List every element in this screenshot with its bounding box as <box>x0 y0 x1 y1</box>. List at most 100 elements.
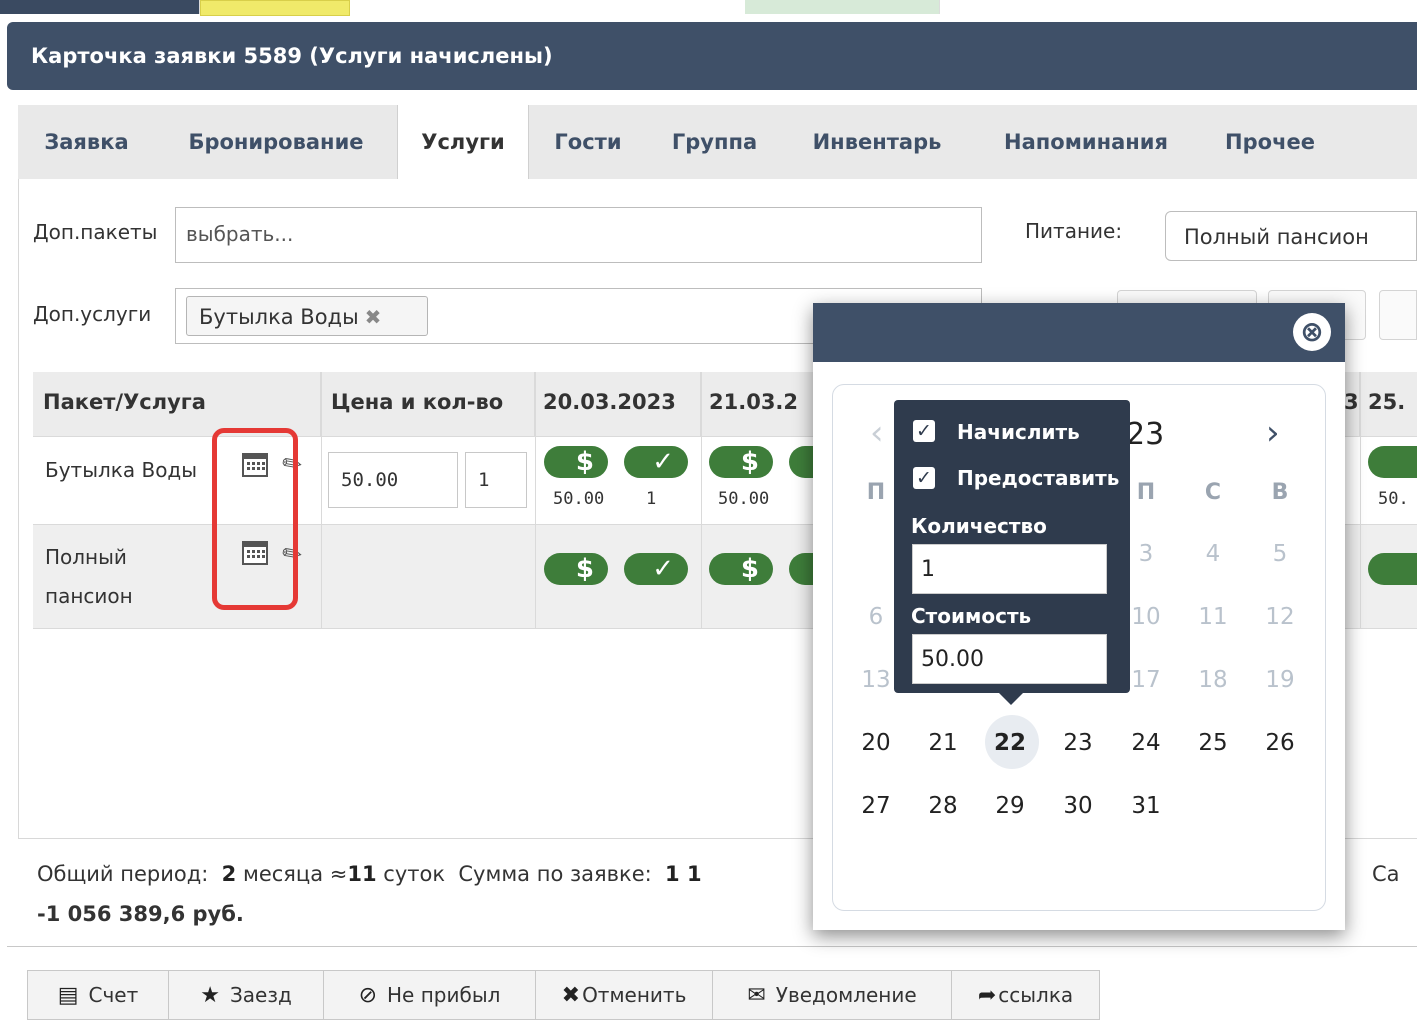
calendar-day[interactable]: 12 <box>1255 604 1305 630</box>
charged-toggle[interactable] <box>1368 446 1417 478</box>
period-days-word: суток <box>383 862 446 886</box>
weekday-header: В <box>1271 480 1289 505</box>
checkin-button[interactable]: ★ Заезд <box>168 970 324 1020</box>
calendar-day[interactable]: 5 <box>1255 541 1305 567</box>
packages-label: Доп.пакеты <box>33 220 158 244</box>
calendar-day[interactable]: 20 <box>851 730 901 756</box>
ban-icon: ⊘ <box>358 982 378 1008</box>
cancel-button[interactable]: ✖ Отменить <box>535 970 713 1020</box>
envelope-icon: ✉ <box>747 982 766 1008</box>
period-summary: Общий период: 2 месяца ≈11 суток Сумма п… <box>37 862 702 886</box>
calendar-day[interactable]: 28 <box>918 793 968 819</box>
tooltip-arrow <box>998 692 1024 705</box>
cost-label: Стоимость <box>911 604 1032 628</box>
notify-button[interactable]: ✉ Уведомление <box>712 970 952 1020</box>
calendar-day[interactable]: 24 <box>1121 730 1171 756</box>
tab-inventory[interactable]: Инвентарь <box>782 105 972 179</box>
calendar-day[interactable]: 27 <box>851 793 901 819</box>
column-divider <box>1360 372 1361 628</box>
strip-cell <box>0 0 200 14</box>
tab-booking[interactable]: Бронирование <box>155 105 397 179</box>
tab-services[interactable]: Услуги <box>397 105 529 179</box>
tab-other[interactable]: Прочее <box>1200 105 1340 179</box>
popup-header <box>813 303 1345 362</box>
calendar-day[interactable]: 29 <box>985 793 1035 819</box>
services-label: Доп.услуги <box>33 302 152 326</box>
sum-value: 1 1 <box>665 862 702 886</box>
month-year-label: 23 <box>1126 417 1165 452</box>
charge-label: Начислить <box>957 420 1080 444</box>
dialog-title: Карточка заявки 5589 (Услуги начислены) <box>7 22 1417 90</box>
column-divider <box>321 372 322 628</box>
period-label: Общий период: <box>37 862 209 886</box>
calendar-day[interactable]: 4 <box>1188 541 1238 567</box>
next-month-icon[interactable]: › <box>1266 413 1280 453</box>
cell-price: 50.00 <box>553 489 605 509</box>
calendar-day[interactable]: 31 <box>1121 793 1171 819</box>
cost-field[interactable]: 50.00 <box>912 634 1107 684</box>
strip-cell <box>745 0 940 14</box>
quantity-field[interactable]: 1 <box>912 544 1107 594</box>
cell-qty: 1 <box>646 489 657 509</box>
provided-toggle[interactable] <box>789 446 815 478</box>
packages-input[interactable]: выбрать... <box>175 207 982 263</box>
price-input[interactable]: 50.00 <box>328 452 458 508</box>
charged-toggle[interactable]: $ <box>544 553 608 585</box>
charge-checkbox[interactable]: ✓ <box>913 420 935 442</box>
calendar-day[interactable]: 23 <box>1053 730 1103 756</box>
calendar-day[interactable]: 26 <box>1255 730 1305 756</box>
close-icon[interactable]: ⊗ <box>1293 313 1331 351</box>
charged-toggle[interactable]: $ <box>709 553 773 585</box>
quantity-input[interactable]: 1 <box>465 452 527 508</box>
service-chip-label: Бутылка Воды <box>199 305 359 329</box>
tab-group[interactable]: Группа <box>647 105 782 179</box>
col-header-service: Пакет/Услуга <box>33 372 321 436</box>
invoice-label: Счет <box>88 983 139 1007</box>
share-icon: ➦ <box>977 982 997 1008</box>
meal-select[interactable]: Полный пансион <box>1165 211 1417 261</box>
period-days: 11 <box>347 862 377 886</box>
calendar-day-selected[interactable]: 22 <box>985 730 1035 756</box>
tab-request[interactable]: Заявка <box>18 105 155 179</box>
link-button[interactable]: ➦ ссылка <box>951 970 1100 1020</box>
service-name: пансион <box>45 584 133 608</box>
provide-label: Предоставить <box>957 466 1120 490</box>
prev-month-icon[interactable]: ‹ <box>870 413 884 453</box>
charged-toggle[interactable] <box>1368 553 1417 585</box>
calendar-icons-highlight <box>212 428 298 610</box>
provided-toggle[interactable]: ✓ <box>624 446 688 478</box>
service-chip[interactable]: Бутылка Воды ✖ <box>186 296 428 336</box>
provided-toggle[interactable] <box>789 553 815 585</box>
tab-guests[interactable]: Гости <box>529 105 647 179</box>
column-divider <box>535 372 536 628</box>
charged-toggle[interactable]: $ <box>709 446 773 478</box>
provide-checkbox[interactable]: ✓ <box>913 467 935 489</box>
no-show-button[interactable]: ⊘ Не прибыл <box>323 970 536 1020</box>
charged-toggle[interactable]: $ <box>544 446 608 478</box>
x-icon: ✖ <box>561 982 581 1008</box>
invoice-button[interactable]: ▤ Счет <box>27 970 169 1020</box>
service-name: Полный <box>45 545 127 569</box>
calendar-day[interactable]: 11 <box>1188 604 1238 630</box>
saldo-label: Са <box>1372 862 1400 886</box>
notify-label: Уведомление <box>775 983 917 1007</box>
calendar-day[interactable]: 21 <box>918 730 968 756</box>
checkin-label: Заезд <box>229 983 292 1007</box>
no-show-label: Не прибыл <box>387 983 501 1007</box>
calendar-day[interactable]: 19 <box>1255 667 1305 693</box>
quantity-label: Количество <box>911 514 1047 538</box>
top-strip <box>0 0 1417 18</box>
toolbar-button[interactable] <box>1379 290 1417 340</box>
period-months-word: месяца ≈ <box>242 862 348 886</box>
col-header-price: Цена и кол-во <box>321 372 535 436</box>
weekday-header: С <box>1204 480 1222 505</box>
tab-reminders[interactable]: Напоминания <box>972 105 1200 179</box>
calendar-day[interactable]: 18 <box>1188 667 1238 693</box>
invoice-icon: ▤ <box>57 982 79 1008</box>
cell-price: 50. <box>1378 489 1409 509</box>
calendar-day[interactable]: 30 <box>1053 793 1103 819</box>
cell-price: 50.00 <box>718 489 770 509</box>
provided-toggle[interactable]: ✓ <box>624 553 688 585</box>
calendar-day[interactable]: 25 <box>1188 730 1238 756</box>
remove-icon[interactable]: ✖ <box>365 305 382 329</box>
